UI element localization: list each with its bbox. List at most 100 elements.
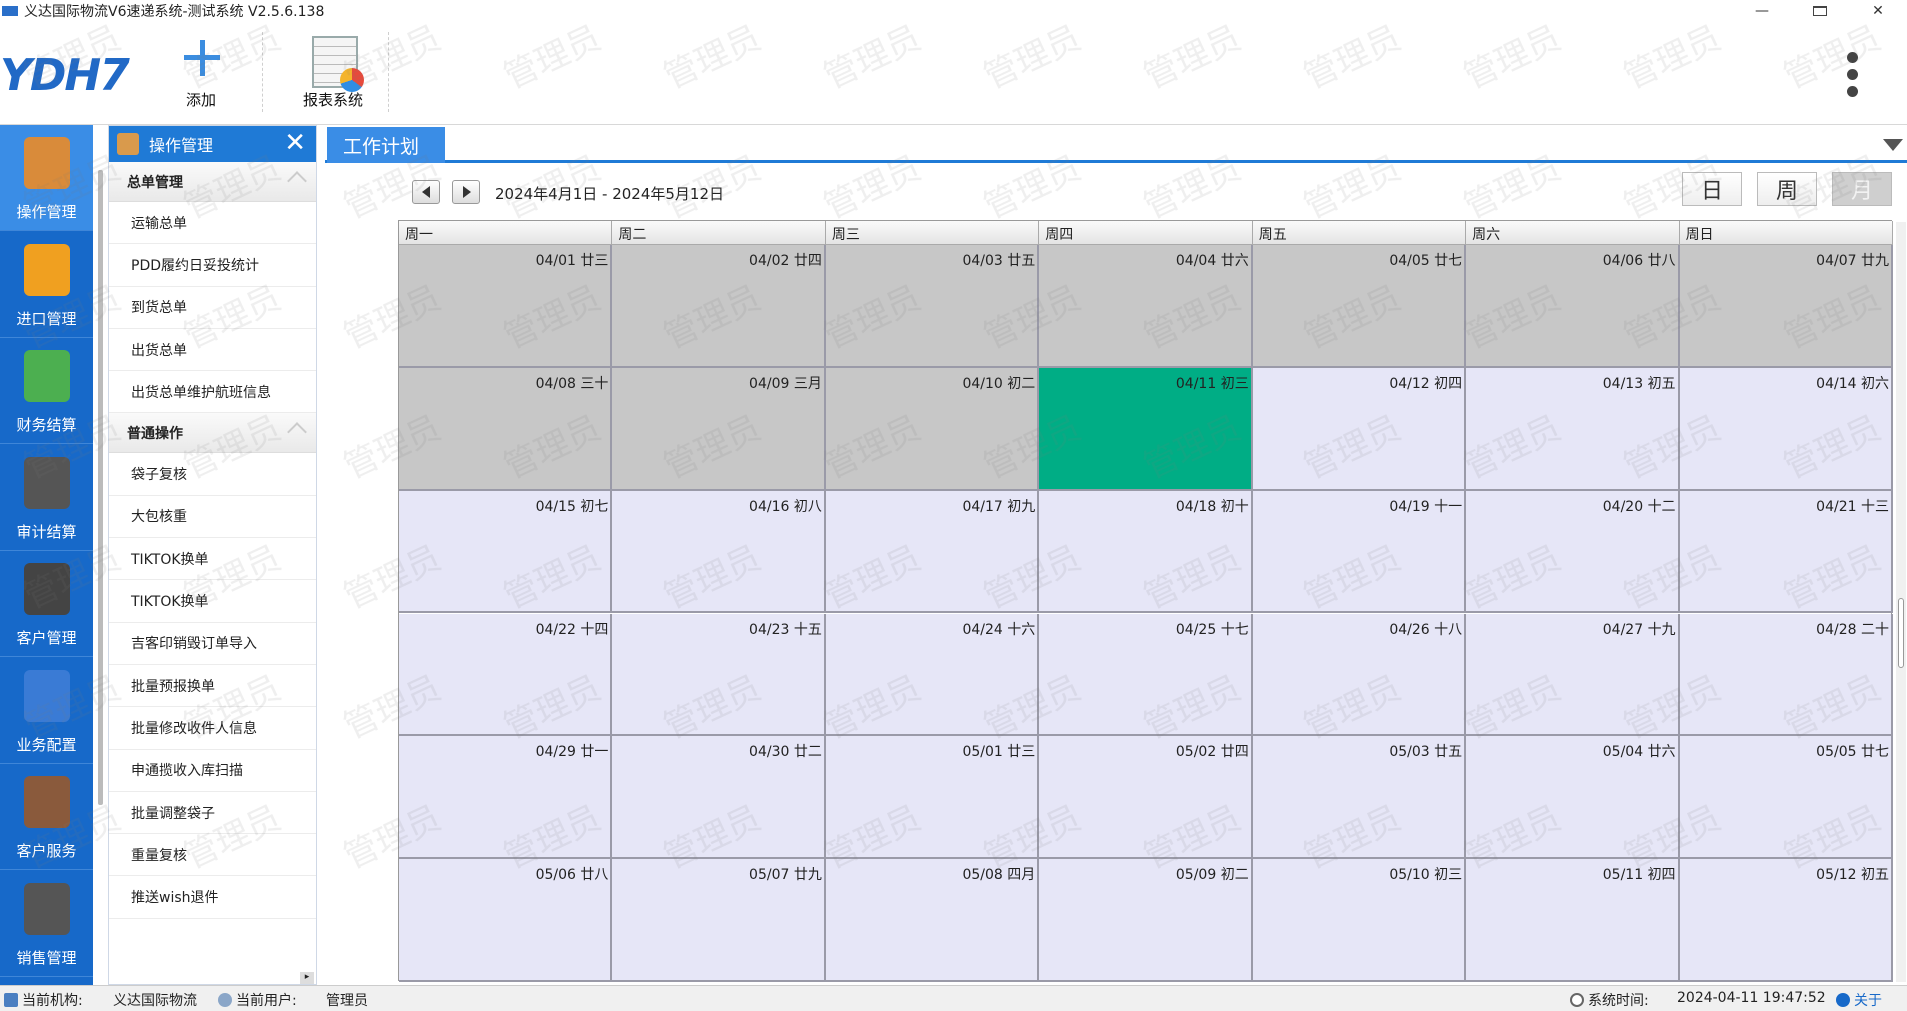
- calendar-day-cell[interactable]: 04/30 廿二: [612, 736, 826, 860]
- nav-item[interactable]: 到货总单: [109, 286, 316, 329]
- nav-item[interactable]: 袋子复核: [109, 453, 316, 496]
- nav-item[interactable]: 出货总单维护航班信息: [109, 371, 316, 414]
- calendar-day-cell[interactable]: 05/05 廿七: [1679, 736, 1893, 860]
- nav-group-header[interactable]: 普通操作: [109, 413, 316, 454]
- calendar-day-cell[interactable]: 04/08 三十: [399, 367, 613, 491]
- calendar-day-cell[interactable]: 04/04 廿六: [1039, 245, 1253, 368]
- module-4[interactable]: 审计结算: [0, 445, 93, 551]
- nav-item[interactable]: PDD履约日妥投统计: [109, 244, 316, 287]
- module-5[interactable]: 客户管理: [0, 551, 93, 657]
- calendar-day-cell[interactable]: 05/11 初四: [1466, 859, 1680, 982]
- nav-item[interactable]: 吉客印销毁订单导入: [109, 622, 316, 665]
- view-month-button[interactable]: 月: [1832, 172, 1892, 206]
- calendar-day-cell[interactable]: 04/25 十七: [1039, 613, 1253, 737]
- calendar-day-cell[interactable]: 04/02 廿四: [612, 245, 826, 368]
- tab-dropdown-icon[interactable]: [1883, 139, 1903, 151]
- nav-item[interactable]: TIKTOK换单: [109, 538, 316, 581]
- day-lunar: 廿八: [1647, 253, 1676, 269]
- scroll-arrow-icon[interactable]: ▸: [300, 972, 314, 984]
- nav-item[interactable]: 批量修改收件人信息: [109, 707, 316, 750]
- nav-item[interactable]: 批量预报换单: [109, 664, 316, 708]
- calendar-day-cell[interactable]: 05/04 廿六: [1466, 736, 1680, 860]
- more-options-icon[interactable]: [1847, 52, 1859, 98]
- module-3[interactable]: 财务结算: [0, 338, 93, 444]
- calendar-day-cell[interactable]: 04/03 廿五: [825, 245, 1040, 368]
- calendar-day-cell[interactable]: 04/11 初三: [1039, 367, 1253, 491]
- prev-period-button[interactable]: [412, 180, 440, 204]
- calendar-day-cell[interactable]: 04/18 初十: [1039, 490, 1253, 614]
- calendar-day-cell[interactable]: 04/27 十九: [1466, 613, 1680, 737]
- calendar-day-cell[interactable]: 04/13 初五: [1466, 367, 1680, 491]
- day-lunar: 初四: [1434, 375, 1463, 392]
- calendar-day-cell[interactable]: 05/03 廿五: [1252, 736, 1467, 860]
- scroll-thumb[interactable]: [1898, 598, 1904, 668]
- calendar-day-cell[interactable]: 04/14 初六: [1679, 367, 1893, 491]
- calendar-day-cell[interactable]: 04/05 廿七: [1252, 245, 1467, 368]
- calendar-day-cell[interactable]: 04/22 十四: [399, 613, 613, 737]
- calendar-day-cell[interactable]: 05/12 初五: [1679, 859, 1893, 982]
- nav-group-header[interactable]: 总单管理: [109, 162, 316, 202]
- day-label: 04/13 初五: [1603, 373, 1676, 393]
- day-date: 04/18: [1175, 498, 1217, 515]
- day-label: 04/24 十六: [962, 619, 1035, 639]
- calendar-day-cell[interactable]: 04/15 初七: [399, 490, 613, 614]
- calendar-day-cell[interactable]: 04/20 十二: [1466, 490, 1680, 614]
- view-week-button[interactable]: 周: [1757, 172, 1817, 206]
- calendar-day-cell[interactable]: 04/21 十三: [1679, 490, 1893, 614]
- calendar-day-cell[interactable]: 04/28 二十: [1679, 613, 1893, 737]
- calendar-day-cell[interactable]: 04/23 十五: [612, 613, 826, 737]
- calendar-day-cell[interactable]: 04/17 初九: [825, 490, 1040, 614]
- calendar-day-cell[interactable]: 05/09 初二: [1039, 859, 1253, 982]
- report-system-button[interactable]: 报表系统: [288, 30, 378, 116]
- calendar-day-cell[interactable]: 04/24 十六: [825, 613, 1040, 737]
- calendar-day-cell[interactable]: 05/08 四月: [825, 859, 1040, 982]
- calendar-day-cell[interactable]: 04/16 初八: [612, 490, 826, 614]
- maximize-button[interactable]: [1791, 0, 1849, 22]
- operations-icon: [117, 133, 139, 155]
- calendar-day-cell[interactable]: 05/10 初三: [1252, 859, 1467, 982]
- calendar-day-cell[interactable]: 05/07 廿九: [612, 859, 826, 982]
- module-7[interactable]: 客户服务: [0, 764, 93, 870]
- view-day-button[interactable]: 日: [1682, 172, 1742, 206]
- module-label: 审计结算: [16, 522, 77, 541]
- building-icon: [4, 993, 18, 1007]
- nav-item[interactable]: 大包核重: [109, 495, 316, 539]
- module-1[interactable]: 操作管理: [0, 125, 93, 231]
- calendar-day-cell[interactable]: 04/09 三月: [612, 367, 826, 491]
- close-icon[interactable]: ✕: [284, 129, 306, 157]
- nav-item[interactable]: 推送wish退件: [109, 876, 316, 919]
- day-label: 04/20 十二: [1603, 496, 1676, 516]
- day-date: 04/04: [1175, 253, 1217, 269]
- close-button[interactable]: ✕: [1849, 0, 1907, 22]
- nav-item[interactable]: 重量复核: [109, 834, 316, 877]
- next-period-button[interactable]: [452, 180, 480, 204]
- nav-item[interactable]: 运输总单: [109, 202, 316, 245]
- nav-item[interactable]: 出货总单: [109, 328, 316, 372]
- day-date: 04/24: [962, 621, 1003, 638]
- calendar-day-cell[interactable]: 05/01 廿三: [825, 736, 1040, 860]
- calendar-day-cell[interactable]: 05/02 廿四: [1039, 736, 1253, 860]
- day-label: 05/04 廿六: [1603, 741, 1676, 761]
- calendar-day-cell[interactable]: 04/10 初二: [825, 367, 1040, 491]
- calendar-day-cell[interactable]: 04/06 廿八: [1466, 245, 1680, 368]
- module-6[interactable]: 业务配置: [0, 658, 93, 764]
- tab-work-plan[interactable]: 工作计划: [327, 127, 445, 163]
- nav-item[interactable]: 批量调整袋子: [109, 791, 316, 835]
- module-8[interactable]: 销售管理: [0, 871, 93, 977]
- calendar-day-cell[interactable]: 04/07 廿九: [1679, 245, 1893, 368]
- calendar-day-cell[interactable]: 04/26 十八: [1252, 613, 1467, 737]
- minimize-button[interactable]: —: [1733, 0, 1791, 22]
- calendar-day-cell[interactable]: 04/19 十一: [1252, 490, 1467, 614]
- calendar-scrollbar[interactable]: [1896, 222, 1906, 982]
- about-link[interactable]: 关于: [1836, 990, 1882, 1010]
- day-lunar: 廿五: [1434, 744, 1463, 761]
- calendar-day-cell[interactable]: 05/06 廿八: [399, 859, 613, 982]
- module-2[interactable]: 进口管理: [0, 232, 93, 338]
- module-scrollbar[interactable]: [98, 170, 103, 805]
- add-button[interactable]: 添加: [156, 30, 246, 116]
- nav-item[interactable]: TIKTOK换单: [109, 580, 316, 623]
- calendar-day-cell[interactable]: 04/12 初四: [1252, 367, 1467, 491]
- nav-item[interactable]: 申通揽收入库扫描: [109, 749, 316, 792]
- calendar-day-cell[interactable]: 04/01 廿三: [399, 245, 613, 368]
- calendar-day-cell[interactable]: 04/29 廿一: [399, 736, 613, 860]
